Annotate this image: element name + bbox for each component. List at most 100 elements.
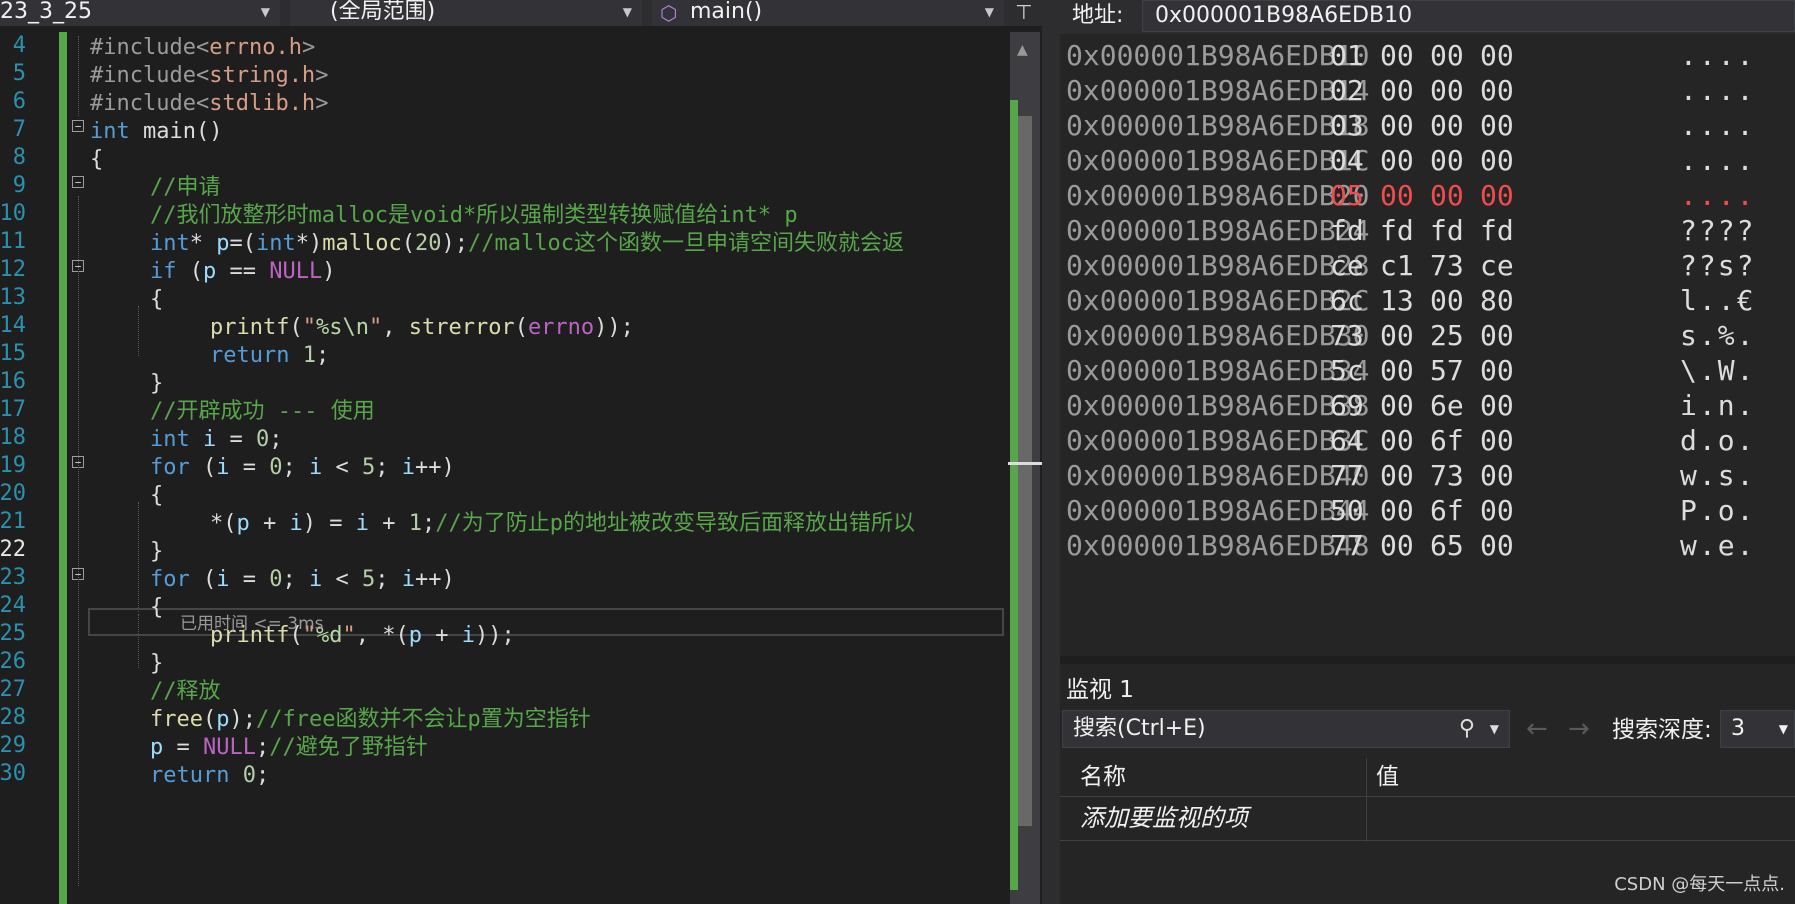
column-header-value[interactable]: 值 [1376, 758, 1399, 796]
memory-byte[interactable]: fd [1380, 211, 1414, 251]
memory-byte[interactable]: 00 [1430, 141, 1464, 181]
memory-byte[interactable]: 05 [1330, 176, 1364, 216]
scope-dropdown[interactable]: (全局范围) ▼ [290, 0, 642, 26]
memory-row[interactable]: 0x000001B98A6EDB14 02 00 00 00.... [1060, 71, 1795, 111]
memory-byte[interactable]: 6e [1430, 386, 1464, 426]
memory-byte[interactable]: ce [1480, 246, 1514, 286]
memory-row[interactable]: 0x000001B98A6EDB18 03 00 00 00.... [1060, 106, 1795, 146]
memory-byte[interactable]: 00 [1480, 456, 1514, 496]
column-separator[interactable] [1366, 758, 1367, 842]
memory-byte[interactable]: c1 [1380, 246, 1414, 286]
memory-byte[interactable]: 00 [1380, 421, 1414, 461]
memory-row[interactable]: 0x000001B98A6EDB30 73 00 25 00 s.%. [1060, 316, 1795, 356]
memory-byte[interactable]: 02 [1330, 71, 1364, 111]
memory-byte[interactable]: 00 [1480, 316, 1514, 356]
memory-byte[interactable]: 04 [1330, 141, 1364, 181]
memory-byte[interactable]: 00 [1380, 456, 1414, 496]
memory-byte[interactable]: 00 [1480, 421, 1514, 461]
code-area[interactable]: #include<errno.h> #include<string.h> #in… [90, 32, 1010, 904]
memory-byte[interactable]: 00 [1480, 386, 1514, 426]
memory-row[interactable]: 0x000001B98A6EDB48 77 00 65 00 w.e. [1060, 526, 1795, 566]
memory-byte[interactable]: 00 [1430, 106, 1464, 146]
memory-byte[interactable]: 00 [1480, 71, 1514, 111]
memory-byte[interactable]: 00 [1380, 491, 1414, 531]
pane-splitter[interactable] [1042, 0, 1060, 904]
memory-byte[interactable]: 00 [1380, 71, 1414, 111]
memory-byte[interactable]: 00 [1480, 351, 1514, 391]
memory-byte[interactable]: 00 [1430, 36, 1464, 76]
memory-row[interactable]: 0x000001B98A6EDB38 69 00 6e 00 i.n. [1060, 386, 1795, 426]
memory-byte[interactable]: 00 [1380, 526, 1414, 566]
memory-byte[interactable]: 77 [1330, 526, 1364, 566]
search-icon[interactable]: ⚲ [1459, 711, 1475, 747]
memory-byte[interactable]: 50 [1330, 491, 1364, 531]
memory-byte[interactable]: fd [1480, 211, 1514, 251]
memory-row[interactable]: 0x000001B98A6EDB1C 04 00 00 00.... [1060, 141, 1795, 181]
memory-byte[interactable]: 00 [1480, 491, 1514, 531]
memory-byte[interactable]: 73 [1330, 316, 1364, 356]
address-input[interactable] [1142, 0, 1795, 32]
memory-byte[interactable]: 03 [1330, 106, 1364, 146]
memory-row[interactable]: 0x000001B98A6EDB2C 6c 13 00 80 l..€ [1060, 281, 1795, 321]
memory-byte[interactable]: 01 [1330, 36, 1364, 76]
arrow-left-icon[interactable]: ← [1526, 712, 1548, 746]
memory-byte[interactable]: 00 [1480, 106, 1514, 146]
memory-byte[interactable]: 00 [1430, 281, 1464, 321]
memory-byte[interactable]: 64 [1330, 421, 1364, 461]
memory-row[interactable]: 0x000001B98A6EDB20 05 00 00 00.... [1060, 176, 1795, 216]
memory-byte[interactable]: 65 [1430, 526, 1464, 566]
project-dropdown[interactable]: 23_3_25 ▼ [0, 0, 280, 26]
memory-byte[interactable]: 00 [1380, 36, 1414, 76]
memory-byte[interactable]: 00 [1480, 526, 1514, 566]
memory-byte[interactable]: 5c [1330, 351, 1364, 391]
memory-byte[interactable]: 00 [1380, 141, 1414, 181]
watch-title[interactable]: 监视 1 [1066, 670, 1134, 704]
memory-byte[interactable]: 00 [1480, 36, 1514, 76]
memory-byte[interactable]: 80 [1480, 281, 1514, 321]
memory-byte[interactable]: 57 [1430, 351, 1464, 391]
chevron-down-icon[interactable]: ▼ [1490, 711, 1499, 747]
memory-row[interactable]: 0x000001B98A6EDB24 fd fd fd fd???? [1060, 211, 1795, 251]
memory-byte[interactable]: 00 [1480, 176, 1514, 216]
memory-byte[interactable]: 00 [1380, 351, 1414, 391]
memory-row[interactable]: 0x000001B98A6EDB40 77 00 73 00 w.s. [1060, 456, 1795, 496]
fold-collapse-icon[interactable]: − [72, 120, 84, 132]
code-editor[interactable]: 23_3_25 ▼ (全局范围) ▼ ⬡ main() ▼ ⊤ 4 5 6 7 8 9 10… [0, 0, 1042, 904]
memory-row[interactable]: 0x000001B98A6EDB3C 64 00 6f 00 d.o. [1060, 421, 1795, 461]
memory-byte[interactable]: 00 [1380, 316, 1414, 356]
memory-byte[interactable]: 00 [1380, 176, 1414, 216]
memory-row[interactable]: 0x000001B98A6EDB10 01 00 00 00.... [1060, 36, 1795, 76]
perf-tip[interactable]: 已用时间 <= 3ms [180, 610, 324, 638]
column-header-name[interactable]: 名称 [1080, 758, 1126, 796]
split-window-icon[interactable]: ⊤ [1008, 0, 1040, 26]
memory-byte[interactable]: 73 [1430, 246, 1464, 286]
memory-byte[interactable]: ce [1330, 246, 1364, 286]
function-dropdown[interactable]: ⬡ main() ▼ [652, 0, 1004, 26]
fold-collapse-icon[interactable]: − [72, 176, 84, 188]
memory-byte[interactable]: 6f [1430, 421, 1464, 461]
memory-byte[interactable]: 00 [1480, 141, 1514, 181]
watch-search-input[interactable]: 搜索(Ctrl+E) ⚲ ▼ [1062, 710, 1510, 748]
editor-vertical-scrollbar[interactable]: ▲ [1008, 32, 1042, 904]
memory-row[interactable]: 0x000001B98A6EDB34 5c 00 57 00 \.W. [1060, 351, 1795, 391]
arrow-right-icon[interactable]: → [1568, 712, 1590, 746]
memory-row[interactable]: 0x000001B98A6EDB44 50 00 6f 00 P.o. [1060, 491, 1795, 531]
memory-byte[interactable]: 6c [1330, 281, 1364, 321]
memory-byte[interactable]: 25 [1430, 316, 1464, 356]
add-watch-item[interactable]: 添加要监视的项 [1080, 798, 1248, 838]
memory-row[interactable]: 0x000001B98A6EDB28 ce c1 73 ce ??s? [1060, 246, 1795, 286]
memory-byte[interactable]: 00 [1380, 106, 1414, 146]
memory-byte[interactable]: 00 [1430, 176, 1464, 216]
memory-byte[interactable]: 00 [1430, 71, 1464, 111]
search-depth-select[interactable]: 3 ▼ [1720, 710, 1795, 748]
memory-byte[interactable]: 00 [1380, 386, 1414, 426]
memory-byte[interactable]: 13 [1380, 281, 1414, 321]
memory-byte[interactable]: 73 [1430, 456, 1464, 496]
scroll-up-arrow-icon[interactable]: ▲ [1017, 42, 1028, 58]
memory-byte[interactable]: 6f [1430, 491, 1464, 531]
memory-byte[interactable]: 77 [1330, 456, 1364, 496]
memory-byte[interactable]: fd [1430, 211, 1464, 251]
scrollbar-thumb[interactable] [1018, 116, 1032, 826]
memory-byte[interactable]: fd [1330, 211, 1364, 251]
memory-byte[interactable]: 69 [1330, 386, 1364, 426]
